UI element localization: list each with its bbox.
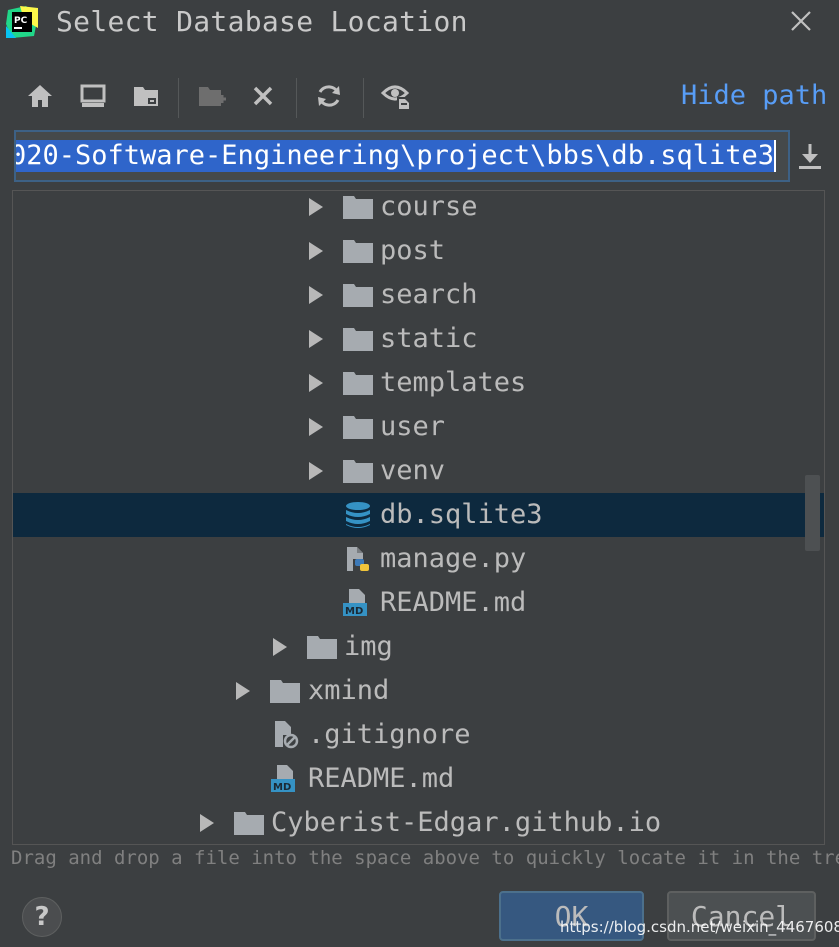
expand-arrow-icon[interactable] <box>308 461 324 481</box>
path-input-value: 020-Software-Engineering\project\bbs\db.… <box>16 140 776 172</box>
refresh-icon[interactable] <box>313 80 345 112</box>
markdown-file-icon: MD <box>343 589 367 617</box>
expand-arrow-icon[interactable] <box>308 329 324 349</box>
toolbar: Hide path <box>0 70 839 126</box>
expand-arrow-icon[interactable] <box>235 681 251 701</box>
markdown-file-icon: MD <box>271 765 295 793</box>
tree-row-label: README.md <box>380 587 527 618</box>
tree-row[interactable]: static <box>13 317 824 361</box>
tree-row[interactable]: post <box>13 229 824 273</box>
tree-row-label: static <box>380 323 478 354</box>
ignored-file-icon <box>275 721 299 749</box>
file-tree[interactable]: course post search static templates user… <box>12 190 825 845</box>
help-button[interactable]: ? <box>22 897 62 937</box>
tree-row-label: manage.py <box>380 543 527 574</box>
new-folder-icon[interactable] <box>196 80 228 112</box>
tree-row-label: user <box>380 411 446 442</box>
folder-icon <box>343 328 373 351</box>
tree-row[interactable]: MD README.md <box>13 757 824 801</box>
database-icon <box>346 502 370 528</box>
tree-row-label: Cyberist-Edgar.github.io <box>271 807 662 838</box>
path-input[interactable]: 020-Software-Engineering\project\bbs\db.… <box>14 130 790 182</box>
folder-icon <box>307 636 337 659</box>
python-file-icon <box>347 547 369 571</box>
folder-icon <box>343 372 373 395</box>
svg-text:PC: PC <box>14 16 28 26</box>
folder-icon <box>270 680 300 703</box>
project-folder-icon[interactable] <box>130 80 162 112</box>
tree-row[interactable]: course <box>13 191 824 229</box>
tree-scrollbar[interactable] <box>805 475 820 551</box>
pycharm-logo-icon: PC <box>6 6 38 38</box>
tree-row[interactable]: templates <box>13 361 824 405</box>
expand-arrow-icon[interactable] <box>308 285 324 305</box>
tree-row-label: img <box>344 631 393 662</box>
tree-row[interactable]: img <box>13 625 824 669</box>
folder-icon <box>343 284 373 307</box>
tree-row-label: .gitignore <box>308 719 471 750</box>
tree-row[interactable]: xmind <box>13 669 824 713</box>
download-icon[interactable] <box>795 140 825 174</box>
expand-arrow-icon[interactable] <box>308 373 324 393</box>
expand-arrow-icon[interactable] <box>272 637 288 657</box>
tree-row[interactable]: Cyberist-Edgar.github.io <box>13 801 824 844</box>
tree-row-label: xmind <box>308 675 390 706</box>
tree-row-label: venv <box>380 455 446 486</box>
expand-arrow-icon[interactable] <box>308 241 324 261</box>
expand-arrow-icon[interactable] <box>199 813 215 833</box>
close-icon[interactable] <box>786 6 816 36</box>
tree-row[interactable]: search <box>13 273 824 317</box>
tree-row[interactable]: .gitignore <box>13 713 824 757</box>
folder-icon <box>343 240 373 263</box>
tree-row[interactable]: MD README.md <box>13 581 824 625</box>
expand-arrow-icon[interactable] <box>308 197 324 217</box>
folder-icon <box>234 812 264 835</box>
desktop-icon[interactable] <box>77 80 109 112</box>
tree-row[interactable]: manage.py <box>13 537 824 581</box>
watermark: https://blog.csdn.net/weixin_44676081 <box>560 918 839 936</box>
title-bar: PC Select Database Location <box>0 0 839 44</box>
folder-icon <box>343 196 373 219</box>
tree-row-label: db.sqlite3 <box>380 499 543 530</box>
tree-row-selected[interactable]: db.sqlite3 <box>13 493 824 537</box>
hide-path-link[interactable]: Hide path <box>681 78 827 114</box>
tree-row-label: search <box>380 279 478 310</box>
drag-drop-hint: Drag and drop a file into the space abov… <box>11 847 839 869</box>
tree-row-label: course <box>380 191 478 222</box>
tree-row-label: templates <box>380 367 527 398</box>
svg-text:MD: MD <box>273 782 291 793</box>
delete-icon[interactable] <box>247 80 279 112</box>
tree-row[interactable]: venv <box>13 449 824 493</box>
folder-icon <box>343 416 373 439</box>
home-icon[interactable] <box>24 80 56 112</box>
svg-text:MD: MD <box>345 606 363 617</box>
tree-row-label: README.md <box>308 763 455 794</box>
show-hidden-icon[interactable] <box>381 80 413 112</box>
text-caret <box>774 140 776 172</box>
tree-row-label: post <box>380 235 446 266</box>
folder-icon <box>343 460 373 483</box>
dialog-title: Select Database Location <box>56 5 468 38</box>
expand-arrow-icon[interactable] <box>308 417 324 437</box>
tree-row[interactable]: user <box>13 405 824 449</box>
